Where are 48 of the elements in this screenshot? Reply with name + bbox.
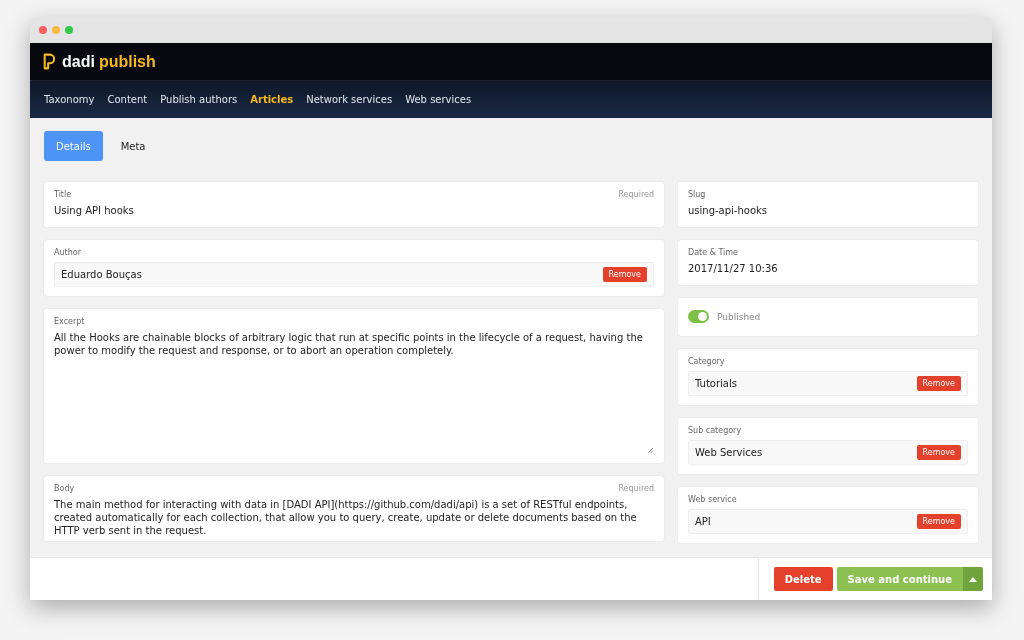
nav-link[interactable]: Publish authors xyxy=(160,94,238,105)
nav-link[interactable]: Network services xyxy=(306,94,393,105)
nav-link[interactable]: Taxonomy xyxy=(44,94,95,105)
text-field[interactable]: 2017/11/27 10:36 xyxy=(688,262,968,276)
logo-icon xyxy=(43,53,55,70)
delete-button[interactable]: Delete xyxy=(773,567,833,591)
remove-button[interactable]: Remove xyxy=(602,267,647,282)
brand-name-accent: publish xyxy=(98,52,156,71)
field-label: Title xyxy=(54,190,72,199)
close-button[interactable] xyxy=(39,26,47,34)
text-field[interactable]: using-api-hooks xyxy=(688,204,968,218)
toggle-label: Published xyxy=(717,311,761,322)
remove-button[interactable]: Remove xyxy=(916,376,961,391)
toggle-switch[interactable] xyxy=(688,310,709,323)
field-label: Slug xyxy=(688,190,706,199)
field-label: Sub category xyxy=(688,426,742,435)
nav-link[interactable]: Content xyxy=(107,94,148,105)
nav-link[interactable]: Web services xyxy=(405,94,472,105)
brand-name: dadi xyxy=(62,52,95,71)
field-label: Category xyxy=(688,357,725,366)
nav-link[interactable]: Articles xyxy=(250,94,294,105)
reference-value: Web Services xyxy=(695,447,763,458)
textarea-value: All the Hooks are chainable blocks of arbitrary logic that run at specific points in the lifecycle of a request, having the power to modify the request and response, or to abort an operation completely. xyxy=(54,331,644,357)
reference-field[interactable]: Tutorials Remove xyxy=(688,371,968,396)
required-label: Required xyxy=(618,190,654,199)
maximize-button[interactable] xyxy=(65,26,73,34)
tab[interactable]: Meta xyxy=(108,131,158,161)
resize-handle-icon[interactable] xyxy=(647,447,654,454)
body-field[interactable]: The main method for interacting with data in [DADI API](https://github.com/dadi/api) is a set of RESTful endpoints, created automatically for each collection, that allow you to query, create, update or delete documents based on the HTTP verb sent in the request. xyxy=(54,498,654,537)
text-field[interactable]: Using API hooks xyxy=(54,204,654,218)
reference-field[interactable]: API Remove xyxy=(688,509,968,534)
dropdown-button[interactable] xyxy=(963,567,983,591)
field-label: Web service xyxy=(688,495,737,504)
field-label: Excerpt xyxy=(54,317,85,326)
remove-button[interactable]: Remove xyxy=(916,445,961,460)
required-label: Required xyxy=(618,484,654,493)
field-label: Author xyxy=(54,248,81,257)
field-label: Date & Time xyxy=(688,248,739,257)
reference-value: API xyxy=(695,516,711,527)
reference-value: Eduardo Bouças xyxy=(61,269,142,280)
textarea-field[interactable] xyxy=(54,331,654,454)
minimize-button[interactable] xyxy=(52,26,60,34)
remove-button[interactable]: Remove xyxy=(916,514,961,529)
reference-value: Tutorials xyxy=(695,378,737,389)
reference-field[interactable]: Web Services Remove xyxy=(688,440,968,465)
reference-field[interactable]: Eduardo Bouças Remove xyxy=(54,262,654,287)
caret-icon xyxy=(969,576,977,582)
field-label: Body xyxy=(54,484,75,493)
